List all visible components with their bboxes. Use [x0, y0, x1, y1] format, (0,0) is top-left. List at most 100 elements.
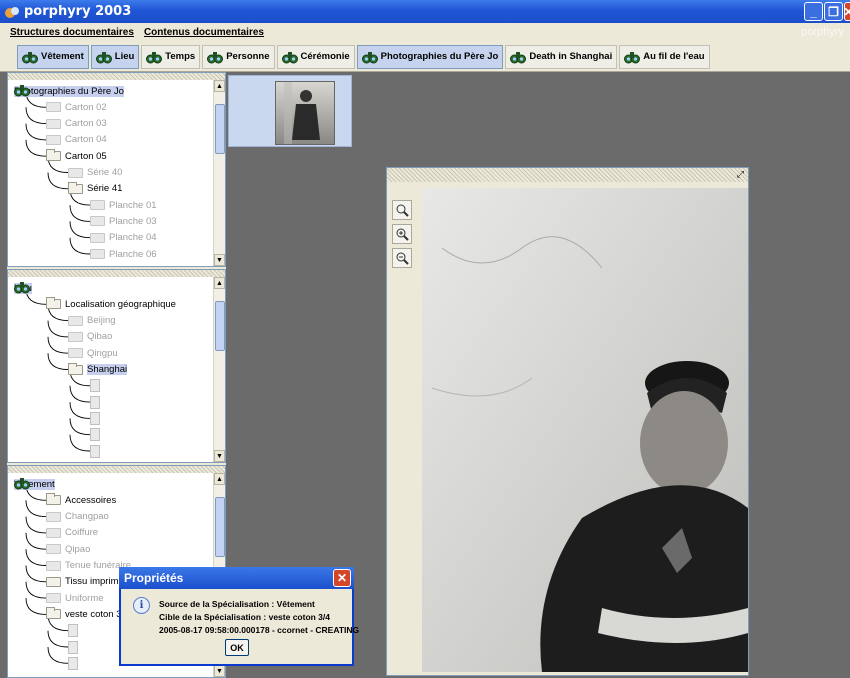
tree-branch-line — [47, 320, 69, 338]
folder-icon — [46, 544, 61, 555]
tree-document[interactable] — [90, 443, 100, 459]
tree-root[interactable]: Vêtement — [14, 476, 55, 492]
folder-icon — [46, 102, 61, 113]
tree-node[interactable]: Qipao — [46, 541, 90, 557]
toolbar-button-4[interactable]: Cérémonie — [276, 44, 355, 69]
folder-icon — [68, 167, 83, 178]
tree-node[interactable]: Shanghai — [68, 362, 128, 378]
folder-icon — [46, 511, 61, 522]
scroll-down-icon[interactable]: ▼ — [214, 254, 225, 266]
tree-node[interactable]: Qibao — [68, 329, 112, 345]
scroll-thumb[interactable] — [215, 104, 225, 154]
toolbar-button-5[interactable]: Photographies du Père Jo — [356, 44, 504, 69]
tree-branch-line — [69, 221, 91, 239]
toolbar-button-2[interactable]: Temps — [141, 44, 201, 69]
ok-button[interactable]: OK — [225, 639, 249, 656]
scroll-down-icon[interactable]: ▼ — [214, 665, 225, 677]
vertical-scrollbar[interactable]: ▲ ▼ — [213, 80, 225, 266]
tree-node-label: Carton 02 — [65, 101, 107, 113]
tree-node[interactable]: Changpao — [46, 509, 109, 525]
minimize-button[interactable]: _ — [804, 2, 823, 21]
tree-node-label: Qingpu — [87, 347, 118, 359]
toolbar-button-1[interactable]: Lieu — [90, 44, 140, 69]
tree-node[interactable]: veste coton 3/4 — [46, 606, 129, 622]
tree-document[interactable] — [90, 410, 100, 426]
viewer-title-grip[interactable]: ⤢ — [387, 168, 748, 182]
tree-document[interactable] — [90, 394, 100, 410]
tree-node[interactable]: Planche 06 — [90, 246, 157, 262]
close-button[interactable]: ✕ — [843, 2, 850, 21]
toolbar-button-6[interactable]: Death in Shanghai — [505, 44, 618, 69]
tree-node[interactable]: Uniforme — [46, 590, 104, 606]
tree-node[interactable]: Coiffure — [46, 525, 98, 541]
photo-thumbnail[interactable] — [275, 81, 335, 145]
tree-node[interactable]: Planche 03 — [90, 213, 157, 229]
brand-watermark: porphyry — [801, 26, 844, 38]
tree-node-label: Carton 03 — [65, 118, 107, 130]
binoculars-icon — [624, 51, 641, 63]
tree-node-label: Série 41 — [87, 183, 123, 195]
tree-node-label: Qibao — [87, 331, 113, 343]
tree-node[interactable]: Accessoires — [46, 492, 116, 508]
tree-node[interactable]: Qingpu — [68, 345, 118, 361]
tree-node[interactable]: Carton 05 — [46, 148, 107, 164]
tree-node[interactable]: Localisation géographique — [46, 296, 176, 312]
tree-node[interactable]: Beijing — [68, 313, 116, 329]
tree-node[interactable]: Carton 03 — [46, 116, 107, 132]
tree-document[interactable] — [68, 639, 78, 655]
tree-node[interactable]: Carton 02 — [46, 99, 107, 115]
toolbar-button-7[interactable]: Au fil de l'eau — [619, 44, 710, 69]
tree-document[interactable] — [90, 427, 100, 443]
tree-document[interactable] — [90, 378, 100, 394]
binoculars-icon — [14, 478, 30, 490]
maximize-icon[interactable]: ⤢ — [737, 169, 744, 180]
tree-node-label: Beijing — [87, 315, 116, 327]
binoculars-icon — [207, 51, 224, 63]
document-icon — [68, 640, 78, 654]
dialog-timestamp-line: 2005-08-17 09:58:00.000178 - ccornet - C… — [159, 625, 360, 635]
zoom-out-button[interactable] — [392, 248, 412, 268]
scroll-thumb[interactable] — [215, 301, 225, 351]
menu-contenus[interactable]: Contenus documentaires — [144, 27, 264, 38]
folder-icon — [46, 576, 61, 587]
vertical-scrollbar[interactable]: ▲ ▼ — [213, 277, 225, 462]
document-icon — [90, 411, 100, 425]
tree-node-label: Planche 03 — [109, 215, 157, 227]
panel-grip[interactable] — [8, 270, 225, 277]
tree-node[interactable]: Série 41 — [68, 181, 122, 197]
main-photograph[interactable] — [422, 188, 748, 672]
zoom-in-button[interactable] — [392, 224, 412, 244]
document-icon — [90, 395, 100, 409]
scroll-down-icon[interactable]: ▼ — [214, 450, 225, 462]
dialog-close-button[interactable]: ✕ — [333, 569, 351, 587]
panel-grip[interactable] — [8, 466, 225, 473]
toolbar-button-3[interactable]: Personne — [202, 44, 275, 69]
tree-node[interactable]: Carton 04 — [46, 132, 107, 148]
tree-document[interactable] — [68, 623, 78, 639]
tree-branch-line — [69, 434, 91, 452]
folder-icon — [90, 200, 105, 211]
folder-icon — [90, 232, 105, 243]
folder-icon — [46, 593, 61, 604]
tree-node[interactable]: Planche 04 — [90, 230, 157, 246]
zoom-fit-button[interactable] — [392, 200, 412, 220]
menu-structures[interactable]: Structures documentaires — [10, 27, 134, 38]
toolbar-button-label: Personne — [226, 51, 270, 62]
tree-node[interactable]: Tissu imprimé — [46, 574, 124, 590]
tree-node[interactable]: Planche 01 — [90, 197, 157, 213]
tree-root[interactable]: Lieu — [14, 280, 32, 296]
tree-node[interactable]: Série 40 — [68, 165, 122, 181]
scroll-up-icon[interactable]: ▲ — [214, 277, 225, 289]
scroll-thumb[interactable] — [215, 497, 225, 557]
tree-branch-line — [47, 646, 69, 664]
scroll-up-icon[interactable]: ▲ — [214, 473, 225, 485]
panel-grip[interactable] — [8, 73, 225, 80]
zoom-in-icon — [396, 228, 409, 241]
restore-button[interactable]: ❐ — [824, 2, 843, 21]
tree-document[interactable] — [68, 655, 78, 671]
toolbar-button-label: Death in Shanghai — [529, 51, 613, 62]
tree-root[interactable]: Photographies du Père Jo — [14, 83, 124, 99]
dialog-title-bar: Propriétés ✕ — [119, 567, 354, 589]
scroll-up-icon[interactable]: ▲ — [214, 80, 225, 92]
toolbar-button-0[interactable]: Vêtement — [17, 44, 89, 69]
